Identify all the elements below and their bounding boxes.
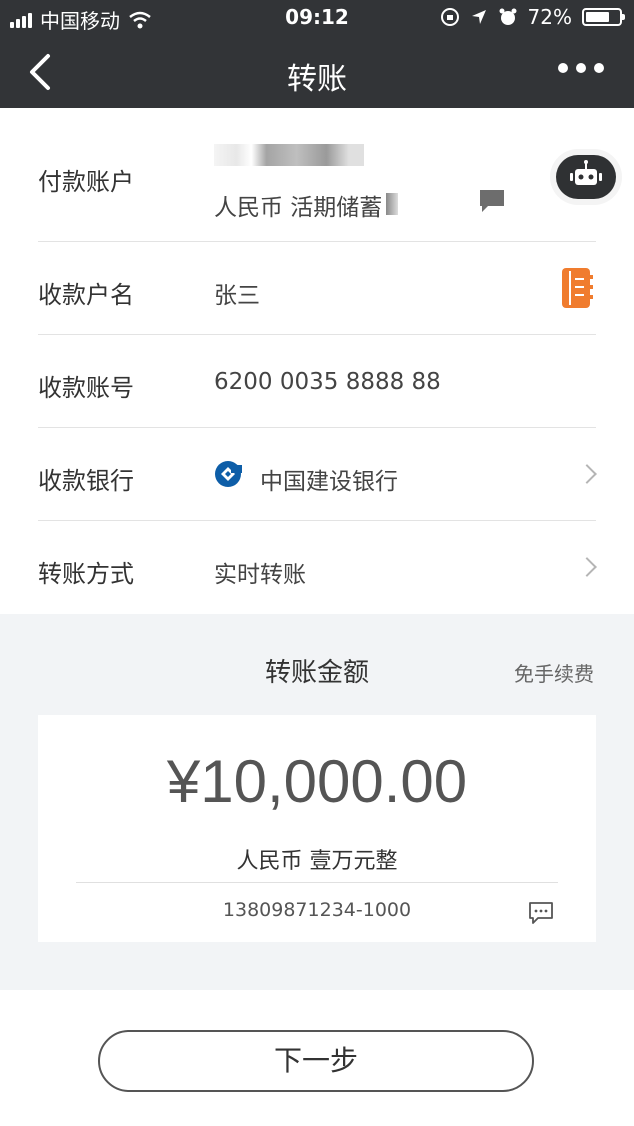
- payee-bank-value: 中国建设银行: [260, 469, 398, 495]
- amount-divider: [76, 882, 558, 883]
- payee-name-value: 张三: [214, 283, 260, 309]
- robot-assistant-button[interactable]: [556, 155, 616, 199]
- status-bar: 中国移动 09:12 72%: [0, 0, 634, 36]
- payee-bank-label: 收款银行: [38, 467, 134, 495]
- payee-account-row[interactable]: 收款账号 6200 0035 8888 88: [38, 334, 596, 428]
- memo-input[interactable]: 13809871234-1000: [38, 899, 596, 921]
- top-bar: 中国移动 09:12 72% 转账: [0, 0, 634, 108]
- amount-card: ¥10,000.00 人民币 壹万元整 13809871234-1000: [38, 715, 596, 942]
- ccb-logo-icon: [215, 461, 242, 487]
- transfer-method-row[interactable]: 转账方式 实时转账: [38, 520, 597, 613]
- redacted-account-number: [214, 144, 364, 166]
- nav-bar: 转账: [0, 36, 634, 108]
- payer-account-row[interactable]: 付款账户 人民币 活期储蓄: [38, 138, 596, 242]
- comment-icon[interactable]: [478, 188, 506, 214]
- message-icon[interactable]: [528, 901, 554, 925]
- payer-account-type: 人民币 活期储蓄: [214, 195, 383, 221]
- robot-icon: [570, 160, 602, 185]
- address-book-icon[interactable]: [560, 267, 594, 309]
- transfer-method-value: 实时转账: [214, 562, 306, 588]
- page-title: 转账: [287, 62, 347, 97]
- payee-name-row[interactable]: 收款户名 张三: [38, 241, 596, 335]
- transfer-method-label: 转账方式: [38, 560, 134, 588]
- battery-icon: [582, 8, 625, 26]
- payee-bank-row[interactable]: 收款银行 中国建设银行: [38, 427, 597, 521]
- battery-percent: 72%: [527, 5, 572, 29]
- payee-name-label: 收款户名: [38, 281, 134, 309]
- redacted-account-suffix: [386, 193, 398, 215]
- payer-label: 付款账户: [38, 168, 134, 196]
- amount-input[interactable]: ¥10,000.00: [38, 747, 596, 816]
- rotation-lock-icon: [440, 8, 459, 26]
- location-icon: [471, 10, 486, 24]
- more-icon[interactable]: [558, 63, 604, 73]
- payee-account-label: 收款账号: [38, 374, 134, 402]
- status-right: 72%: [440, 5, 625, 29]
- next-step-button[interactable]: 下一步: [98, 1030, 534, 1092]
- battery-fill: [586, 12, 610, 22]
- fee-note: 免手续费: [514, 662, 594, 686]
- alarm-icon: [499, 8, 517, 25]
- chevron-right-icon: [577, 557, 597, 577]
- amount-in-words: 人民币 壹万元整: [236, 849, 398, 874]
- payee-account-value: 6200 0035 8888 88: [214, 369, 441, 395]
- chevron-right-icon: [577, 464, 597, 484]
